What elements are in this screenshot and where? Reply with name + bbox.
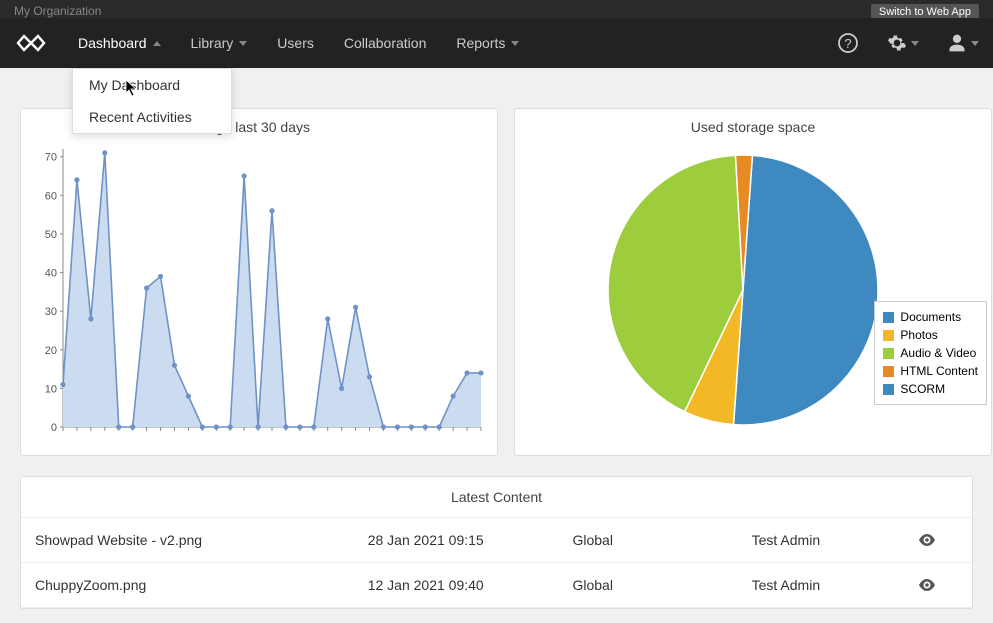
storage-panel-title: Used storage space (515, 109, 991, 145)
org-label: My Organization (14, 4, 101, 18)
view-icon[interactable] (918, 534, 958, 546)
nav-dashboard-label: Dashboard (78, 35, 147, 51)
caret-down-icon (911, 41, 919, 46)
caret-down-icon (971, 41, 979, 46)
top-bar: My Organization Switch to Web App (0, 0, 993, 18)
svg-text:0: 0 (51, 422, 57, 434)
content-scope: Global (572, 532, 751, 548)
storage-chart: Documents Photos Audio & Video HTML Cont… (515, 145, 991, 455)
caret-down-icon (239, 41, 247, 46)
legend-swatch (883, 348, 894, 359)
svg-text:10: 10 (45, 383, 57, 395)
user-icon (947, 33, 967, 53)
nav-dashboard[interactable]: Dashboard (78, 35, 161, 51)
content-owner: Test Admin (752, 532, 918, 548)
storage-panel: Used storage space Documents Photos Audi… (514, 108, 992, 456)
legend-swatch (883, 312, 894, 323)
content-area: age last 30 days 010203040506070 Used st… (0, 68, 993, 609)
legend-documents: Documents (883, 308, 978, 326)
settings-menu[interactable] (887, 33, 919, 53)
svg-text:70: 70 (45, 152, 57, 164)
gear-icon (887, 33, 907, 53)
legend-html-content: HTML Content (883, 362, 978, 380)
nav-bar: Dashboard Library Users Collaboration Re… (0, 18, 993, 68)
content-date: 12 Jan 2021 09:40 (368, 577, 573, 593)
svg-text:30: 30 (45, 306, 57, 318)
legend-swatch (883, 384, 894, 395)
nav-users-label: Users (277, 35, 314, 51)
view-icon[interactable] (918, 579, 958, 591)
latest-content-title: Latest Content (21, 477, 972, 518)
nav-library[interactable]: Library (191, 35, 248, 51)
nav-right: ? (837, 32, 979, 54)
help-icon[interactable]: ? (837, 32, 859, 54)
nav-collaboration-label: Collaboration (344, 35, 427, 51)
svg-text:40: 40 (45, 268, 57, 280)
content-date: 28 Jan 2021 09:15 (368, 532, 573, 548)
nav-reports-label: Reports (456, 35, 505, 51)
caret-down-icon (511, 41, 519, 46)
legend-scorm: SCORM (883, 380, 978, 398)
latest-content-panel: Latest Content Showpad Website - v2.png2… (20, 476, 973, 609)
user-menu[interactable] (947, 33, 979, 53)
dropdown-recent-activities[interactable]: Recent Activities (73, 101, 231, 133)
legend-label: HTML Content (900, 362, 978, 380)
content-owner: Test Admin (752, 577, 918, 593)
legend-label: Documents (900, 308, 961, 326)
svg-text:20: 20 (45, 345, 57, 357)
table-row[interactable]: Showpad Website - v2.png28 Jan 2021 09:1… (21, 518, 972, 563)
nav-reports[interactable]: Reports (456, 35, 519, 51)
svg-text:?: ? (844, 36, 851, 51)
caret-up-icon (153, 41, 161, 46)
content-name: Showpad Website - v2.png (35, 532, 368, 548)
svg-text:60: 60 (45, 190, 57, 202)
nav-users[interactable]: Users (277, 35, 314, 51)
legend-swatch (883, 330, 894, 341)
usage-panel: age last 30 days 010203040506070 (20, 108, 498, 456)
legend-audio-video: Audio & Video (883, 344, 978, 362)
legend-photos: Photos (883, 326, 978, 344)
legend-label: Audio & Video (900, 344, 976, 362)
legend-label: SCORM (900, 380, 945, 398)
usage-chart: 0 10 20 30 40 50 60 70 (21, 145, 497, 455)
dashboard-dropdown: My Dashboard Recent Activities (72, 68, 232, 134)
app-logo-icon (14, 33, 48, 53)
dropdown-my-dashboard[interactable]: My Dashboard (73, 69, 231, 101)
table-row[interactable]: ChuppyZoom.png12 Jan 2021 09:40GlobalTes… (21, 563, 972, 608)
legend-swatch (883, 366, 894, 377)
nav-collaboration[interactable]: Collaboration (344, 35, 427, 51)
content-scope: Global (572, 577, 751, 593)
svg-text:50: 50 (45, 229, 57, 241)
legend-label: Photos (900, 326, 937, 344)
nav-library-label: Library (191, 35, 234, 51)
content-name: ChuppyZoom.png (35, 577, 368, 593)
pie-legend: Documents Photos Audio & Video HTML Cont… (874, 301, 987, 405)
